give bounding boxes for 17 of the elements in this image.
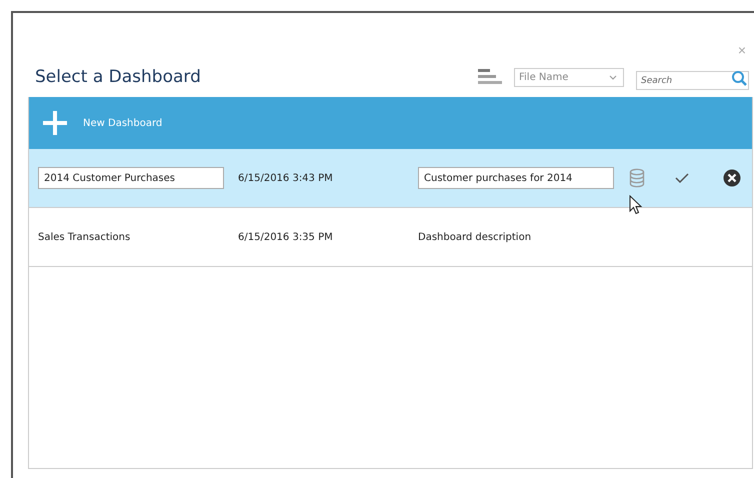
caret-icon — [609, 74, 617, 80]
description-text: Dashboard description — [418, 232, 532, 242]
cancel-icon[interactable] — [723, 169, 741, 187]
sort-dropdown[interactable]: File Name — [514, 68, 624, 86]
search-icon — [731, 70, 747, 86]
mouse-cursor-icon — [629, 195, 643, 215]
date-text: 6/15/2016 3:43 PM — [238, 172, 334, 184]
name-text: Sales Transactions — [38, 232, 132, 242]
date-text: 6/15/2016 3:35 PM — [238, 232, 334, 242]
description-field[interactable]: Customer purchases for 2014 — [418, 167, 614, 189]
plus-icon — [41, 109, 69, 137]
name-field[interactable]: 2014 Customer Purchases — [38, 167, 224, 189]
list-view-icon[interactable] — [478, 68, 502, 86]
dashboard-row[interactable]: 2014 Customer Purchases 6/15/2016 3:43 PM Customer purchases for 2014 — [29, 149, 752, 208]
checkmark-icon[interactable] — [675, 173, 689, 183]
dialog-title: Select a Dashboard — [35, 67, 202, 87]
search-field[interactable]: Search — [636, 71, 749, 90]
